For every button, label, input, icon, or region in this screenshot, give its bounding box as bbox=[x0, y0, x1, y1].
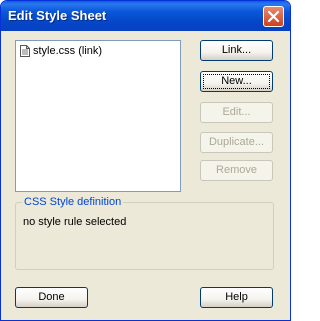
css-style-definition-group: CSS Style definition no style rule selec… bbox=[15, 196, 274, 270]
style-definition-text: no style rule selected bbox=[23, 216, 127, 228]
close-button[interactable] bbox=[263, 6, 284, 27]
duplicate-button[interactable]: Duplicate... bbox=[200, 132, 273, 153]
new-button[interactable]: New... bbox=[200, 71, 273, 92]
link-button[interactable]: Link... bbox=[200, 40, 273, 61]
done-button[interactable]: Done bbox=[15, 287, 88, 308]
remove-button[interactable]: Remove bbox=[200, 160, 273, 181]
list-item-label: style.css (link) bbox=[33, 45, 103, 57]
edit-style-sheet-dialog: Edit Style Sheet style.css (link) Link..… bbox=[0, 0, 291, 321]
title-bar[interactable]: Edit Style Sheet bbox=[1, 1, 290, 31]
stylesheet-list[interactable]: style.css (link) bbox=[15, 40, 181, 192]
edit-button[interactable]: Edit... bbox=[200, 102, 273, 123]
help-button[interactable]: Help bbox=[200, 287, 273, 308]
group-legend: CSS Style definition bbox=[22, 196, 124, 208]
window-title: Edit Style Sheet bbox=[8, 8, 107, 23]
css-file-icon bbox=[20, 45, 30, 60]
